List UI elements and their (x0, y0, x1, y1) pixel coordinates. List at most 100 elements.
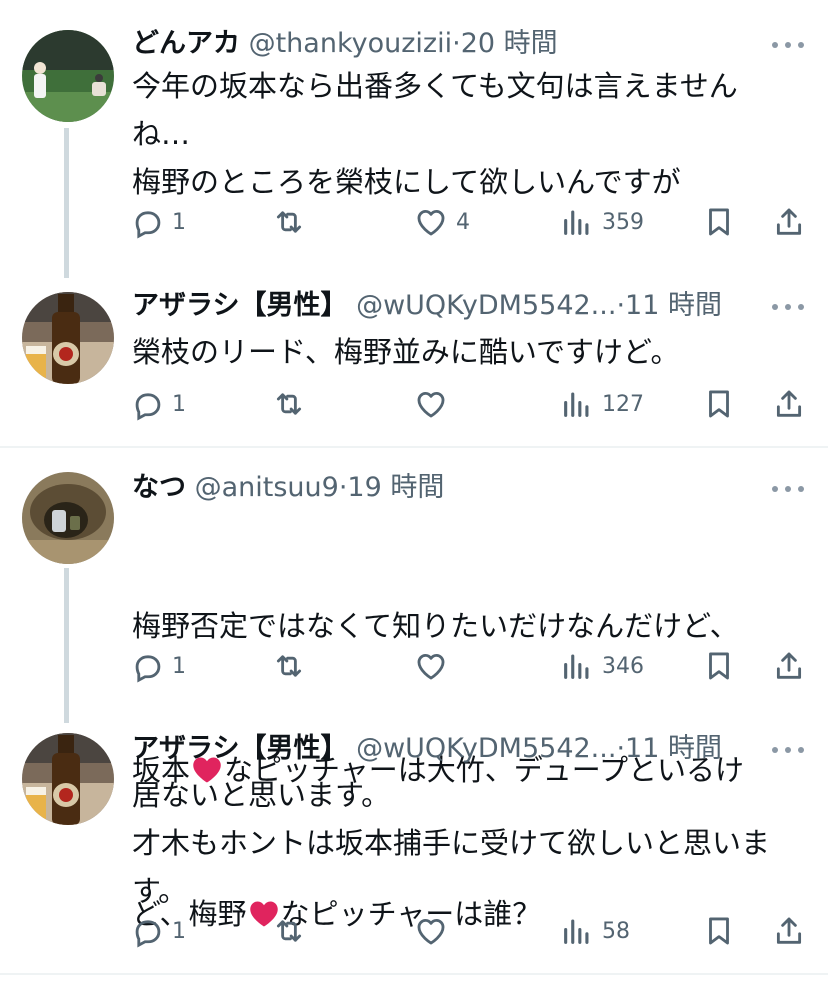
divider (0, 973, 828, 975)
timestamp[interactable]: 20 時間 (461, 28, 558, 59)
avatar[interactable] (22, 30, 114, 122)
repost-button[interactable] (272, 382, 314, 426)
reply-icon (135, 211, 161, 239)
display-name[interactable]: アザラシ【男性】 (132, 290, 347, 321)
view-count: 58 (602, 918, 630, 944)
tweet-4[interactable]: アザラシ【男性】 @wUQKyDM5542...·11 時間 居ないと思います。… (0, 713, 828, 987)
beer-bottle-avatar-image (22, 292, 114, 384)
timestamp[interactable]: 11 時間 (625, 290, 722, 321)
bookmark-icon (709, 917, 729, 945)
repost-icon (276, 393, 302, 415)
heart-icon (417, 209, 445, 236)
analytics-icon (564, 392, 589, 417)
baseball-player-avatar-image (22, 30, 114, 122)
tweet-3[interactable]: なつ @anitsuu9 · 19 時間 梅野否定ではなくて知りたいだけなんだけど、… (0, 448, 828, 931)
reply-count: 1 (172, 653, 186, 679)
timestamp[interactable]: 11 時間 (625, 733, 722, 764)
repost-button[interactable] (272, 909, 314, 953)
display-name[interactable]: アザラシ【男性】 (132, 733, 347, 764)
share-button[interactable] (772, 200, 806, 244)
timestamp[interactable]: 19 時間 (347, 472, 444, 503)
separator-dot: · (616, 290, 626, 321)
repost-icon (276, 655, 302, 677)
more-options-icon[interactable] (772, 292, 806, 322)
reply-button[interactable]: 1 (130, 200, 186, 244)
views-button[interactable]: 359 (560, 200, 644, 244)
reply-icon (135, 920, 161, 948)
separator-dot: · (616, 733, 626, 764)
bookmark-icon (709, 652, 729, 680)
view-count: 359 (602, 209, 644, 235)
views-button[interactable]: 58 (560, 909, 630, 953)
tweet-text: 榮枝のリード、梅野並みに酷いですけど。 (132, 335, 680, 369)
bookmark-button[interactable] (702, 382, 736, 426)
tweet-header: アザラシ【男性】 @wUQKyDM5542...·11 時間 (132, 288, 808, 324)
share-button[interactable] (772, 644, 806, 688)
tweet-2[interactable]: アザラシ【男性】 @wUQKyDM5542...·11 時間 榮枝のリード、梅野… (0, 270, 828, 448)
reply-button[interactable]: 1 (130, 382, 186, 426)
conversation-feed: どんアカ @thankyouzizii·20 時間 今年の坂本なら出番多くても文… (0, 0, 828, 987)
cave-photo-avatar-image (22, 472, 114, 564)
share-icon (776, 652, 802, 679)
bookmark-icon (709, 390, 729, 418)
share-icon (776, 917, 802, 944)
more-options-icon[interactable] (772, 474, 806, 504)
tweet-text: 今年の坂本なら出番多くても文句は言えません ね… 梅野のところを榮枝にして欲しい… (132, 69, 738, 199)
action-bar: 1 127 (0, 382, 828, 426)
heart-icon (417, 653, 445, 680)
like-count: 4 (456, 209, 470, 235)
user-handle[interactable]: @anitsuu9 (195, 472, 339, 503)
tweet-text: 居ないと思います。 才木もホントは坂本捕手に受けて欲しいと思いま す。 (132, 778, 771, 908)
like-button[interactable] (414, 909, 456, 953)
views-button[interactable]: 346 (560, 644, 644, 688)
reply-icon (135, 655, 161, 683)
heart-icon (417, 918, 445, 945)
tweet-header: アザラシ【男性】 @wUQKyDM5542...·11 時間 (132, 731, 808, 767)
reply-count: 1 (172, 918, 186, 944)
tweet-1[interactable]: どんアカ @thankyouzizii·20 時間 今年の坂本なら出番多くても文… (0, 0, 828, 278)
action-bar: 1 346 (0, 644, 828, 688)
avatar[interactable] (22, 733, 114, 825)
display-name[interactable]: どんアカ (132, 28, 240, 59)
views-button[interactable]: 127 (560, 382, 644, 426)
avatar[interactable] (22, 472, 114, 564)
reply-button[interactable]: 1 (130, 644, 186, 688)
share-button[interactable] (772, 909, 806, 953)
reply-count: 1 (172, 391, 186, 417)
share-icon (776, 208, 802, 235)
action-bar: 1 4 359 (0, 200, 828, 244)
bookmark-button[interactable] (702, 644, 736, 688)
tweet-text-line: 梅野否定ではなくて知りたいだけなんだけど、 (132, 609, 739, 643)
separator-dot: · (452, 28, 461, 59)
bookmark-button[interactable] (702, 909, 736, 953)
display-name[interactable]: なつ (132, 472, 186, 503)
like-button[interactable]: 4 (414, 200, 470, 244)
action-bar: 1 58 (0, 909, 828, 953)
user-handle[interactable]: @wUQKyDM5542... (356, 290, 616, 321)
more-options-icon[interactable] (772, 735, 806, 765)
heart-icon (417, 391, 445, 418)
beer-bottle-avatar-image (22, 733, 114, 825)
reply-icon (135, 393, 161, 421)
reply-button[interactable]: 1 (130, 909, 186, 953)
repost-icon (276, 211, 302, 233)
user-handle[interactable]: @wUQKyDM5542... (356, 733, 616, 764)
more-options-icon[interactable] (772, 30, 806, 60)
view-count: 127 (602, 391, 644, 417)
tweet-header: どんアカ @thankyouzizii·20 時間 (132, 26, 808, 62)
analytics-icon (564, 654, 589, 679)
like-button[interactable] (414, 382, 456, 426)
repost-icon (276, 920, 302, 942)
analytics-icon (564, 210, 589, 235)
reply-count: 1 (172, 209, 186, 235)
like-button[interactable] (414, 644, 456, 688)
share-icon (776, 390, 802, 417)
view-count: 346 (602, 653, 644, 679)
repost-button[interactable] (272, 200, 314, 244)
bookmark-button[interactable] (702, 200, 736, 244)
avatar[interactable] (22, 292, 114, 384)
share-button[interactable] (772, 382, 806, 426)
analytics-icon (564, 919, 589, 944)
user-handle[interactable]: @thankyouzizii (249, 28, 453, 59)
repost-button[interactable] (272, 644, 314, 688)
